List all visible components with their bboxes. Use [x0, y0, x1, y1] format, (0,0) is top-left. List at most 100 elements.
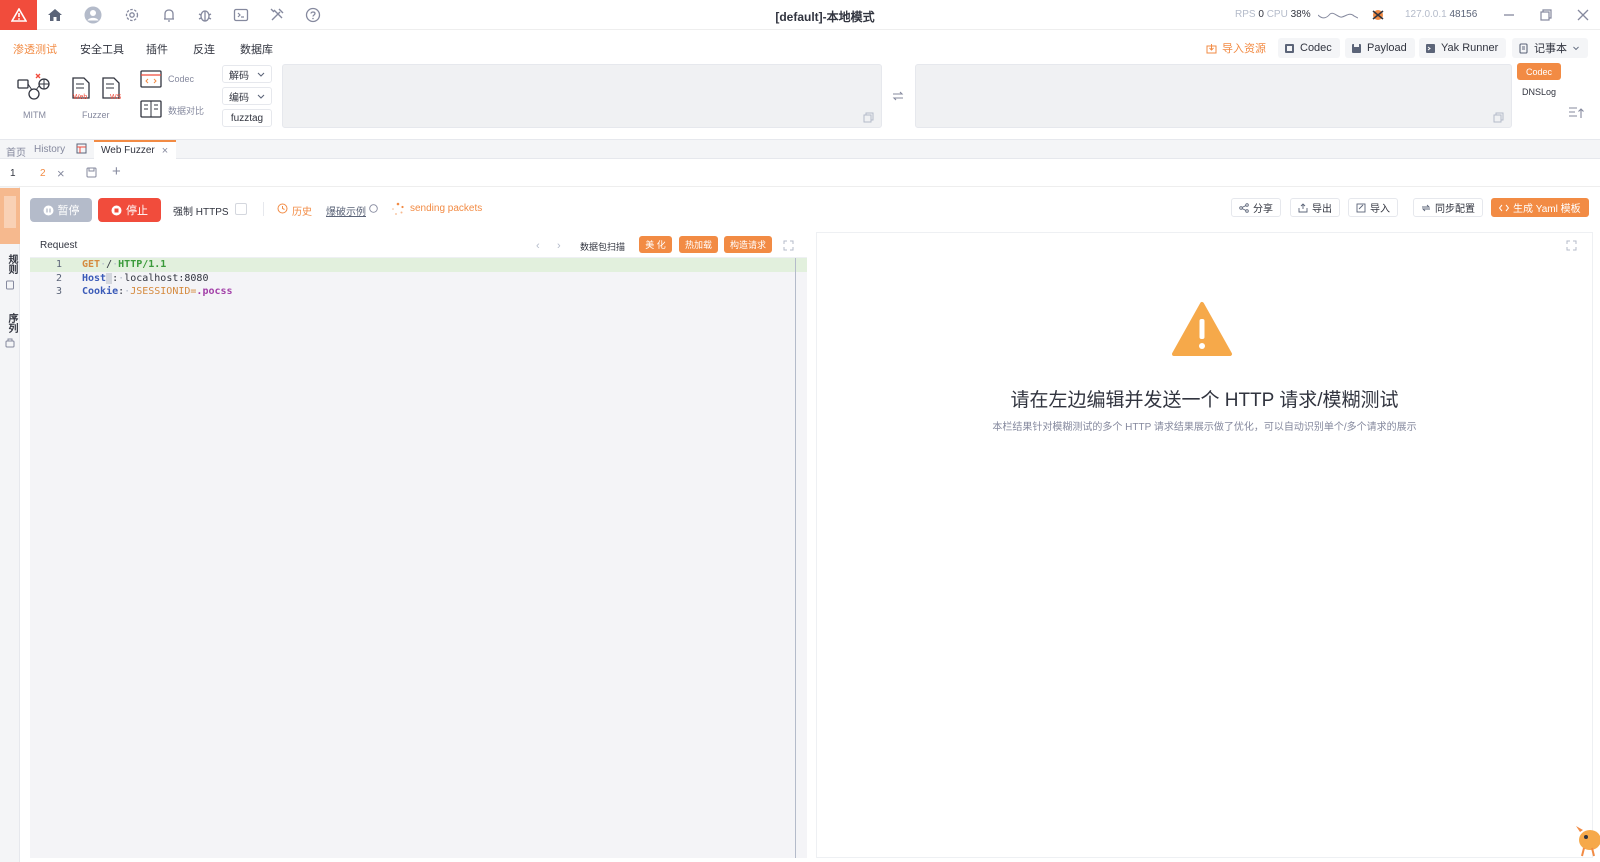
- subtab-1[interactable]: 1: [10, 168, 16, 179]
- loading-spinner-icon: [391, 202, 405, 216]
- restore-icon[interactable]: [1537, 6, 1555, 24]
- header-value: JSESSIONID=: [130, 286, 197, 297]
- import-label: 导入: [1370, 204, 1390, 215]
- history-link[interactable]: 历史: [292, 203, 312, 218]
- editor-scrollbar[interactable]: [795, 258, 796, 858]
- bell-icon[interactable]: [160, 6, 178, 24]
- menu-reverse[interactable]: 反连: [193, 41, 215, 57]
- fuzztag-label: fuzztag: [230, 112, 264, 124]
- export-label: 导出: [1312, 204, 1332, 215]
- home-icon[interactable]: [46, 6, 64, 24]
- menu-security-tools[interactable]: 安全工具: [80, 41, 124, 57]
- cpu-value: 38%: [1290, 9, 1311, 20]
- swap-icon[interactable]: [892, 90, 904, 102]
- divider: [263, 202, 264, 216]
- expand-response-icon[interactable]: [1566, 240, 1577, 251]
- prev-arrow-icon[interactable]: ‹: [536, 240, 540, 252]
- yak-runner-label: Yak Runner: [1441, 42, 1499, 54]
- beautify-button[interactable]: 美 化: [639, 236, 672, 253]
- tab-list-icon[interactable]: [76, 143, 87, 154]
- decode-label: 解码: [229, 70, 249, 82]
- tab-history[interactable]: History: [34, 144, 65, 155]
- empty-state-title: 请在左边编辑并发送一个 HTTP 请求/模糊测试: [1010, 390, 1399, 411]
- tab-web-fuzzer[interactable]: Web Fuzzer ×: [94, 140, 176, 159]
- settings-icon[interactable]: [123, 6, 141, 24]
- stop-label: 停止: [126, 205, 148, 217]
- fuzztag-button[interactable]: fuzztag: [222, 109, 272, 127]
- notebook-button[interactable]: 记事本: [1512, 38, 1588, 58]
- codec-tool-icon[interactable]: [140, 70, 162, 90]
- yak-engine-icon[interactable]: [1370, 7, 1386, 23]
- mitm-label: MITM: [23, 110, 46, 120]
- engine-port: 48156: [1449, 9, 1478, 20]
- vertical-tab-sequence[interactable]: 序列: [4, 313, 19, 333]
- menu-plugins[interactable]: 插件: [146, 41, 168, 57]
- import-button[interactable]: 导入: [1348, 198, 1398, 217]
- copy-output-icon[interactable]: [1493, 112, 1504, 123]
- codec-input-area[interactable]: [282, 64, 882, 128]
- web-label: Web: [73, 94, 88, 101]
- construct-request-button[interactable]: 构造请求: [724, 236, 772, 253]
- side-tab-codec[interactable]: Codec: [1517, 63, 1561, 80]
- close-tab-icon[interactable]: ×: [162, 145, 168, 157]
- tab-home[interactable]: 首页: [6, 144, 26, 159]
- rps-label: RPS: [1235, 9, 1256, 20]
- chevron-down-icon: [257, 94, 265, 99]
- collapse-toolbox-icon[interactable]: [1568, 106, 1584, 120]
- cookie-tag: .pocss: [196, 286, 233, 297]
- vertical-tab-rules[interactable]: 规则: [4, 254, 19, 274]
- pause-button[interactable]: 暂停: [30, 198, 92, 222]
- menu-database[interactable]: 数据库: [240, 41, 273, 57]
- http-method: GET: [82, 259, 101, 270]
- data-compare-icon[interactable]: [140, 100, 162, 118]
- generate-yaml-button[interactable]: 生成 Yaml 模板: [1491, 198, 1589, 217]
- save-icon[interactable]: [86, 167, 97, 178]
- minimize-icon[interactable]: [1500, 6, 1518, 24]
- sync-config-button[interactable]: 同步配置: [1413, 198, 1483, 217]
- decode-select[interactable]: 解码: [222, 65, 272, 83]
- user-avatar-icon[interactable]: [84, 6, 102, 24]
- payload-button[interactable]: Payload: [1345, 38, 1415, 58]
- expand-icon[interactable]: [783, 240, 794, 251]
- terminal-icon[interactable]: [232, 6, 250, 24]
- app-logo-icon[interactable]: [0, 0, 37, 30]
- codec-tool-label[interactable]: Codec: [168, 74, 194, 84]
- share-button[interactable]: 分享: [1231, 198, 1281, 217]
- share-label: 分享: [1253, 204, 1273, 215]
- close-window-icon[interactable]: [1574, 6, 1592, 24]
- data-compare-label[interactable]: 数据对比: [168, 104, 204, 117]
- codec-button[interactable]: Codec: [1278, 38, 1340, 58]
- menu-pentest[interactable]: 渗透测试: [13, 41, 57, 57]
- export-icon: [1298, 202, 1308, 212]
- stop-button[interactable]: 停止: [98, 198, 161, 222]
- export-button[interactable]: 导出: [1290, 198, 1340, 217]
- help-icon[interactable]: [304, 6, 322, 24]
- copy-icon[interactable]: [863, 112, 874, 123]
- mascot-icon[interactable]: [1574, 822, 1600, 858]
- mitm-icon[interactable]: [16, 72, 52, 104]
- side-tab-dnslog[interactable]: DNSLog: [1517, 83, 1561, 100]
- notebook-icon: [1519, 42, 1528, 54]
- help-circle-icon: [369, 204, 378, 213]
- import-resource-label: 导入资源: [1222, 43, 1266, 55]
- close-subtab-icon[interactable]: ×: [57, 166, 65, 181]
- history-clock-icon: [277, 203, 288, 214]
- request-editor[interactable]: [30, 258, 807, 858]
- packet-scan-button[interactable]: 数据包扫描: [580, 240, 625, 253]
- blast-example-link[interactable]: 爆破示例: [326, 203, 366, 218]
- subtab-2[interactable]: 2: [40, 168, 46, 179]
- ws-label: WS: [110, 94, 122, 101]
- codec-output-area[interactable]: [915, 64, 1512, 128]
- cpu-sparkline-icon: [1318, 10, 1358, 20]
- bug-icon[interactable]: [196, 6, 214, 24]
- http-version: HTTP/1.1: [118, 259, 167, 270]
- tools-icon[interactable]: [268, 6, 286, 24]
- import-resource-button[interactable]: 导入资源: [1200, 38, 1274, 58]
- next-arrow-icon[interactable]: ›: [557, 240, 561, 252]
- window-title: [default]-本地模式: [775, 10, 875, 24]
- hotload-button[interactable]: 热加载: [679, 236, 718, 253]
- yak-runner-button[interactable]: Yak Runner: [1419, 38, 1507, 58]
- add-tab-icon[interactable]: +: [112, 163, 121, 180]
- force-https-checkbox[interactable]: [235, 203, 247, 215]
- encode-select[interactable]: 编码: [222, 87, 272, 105]
